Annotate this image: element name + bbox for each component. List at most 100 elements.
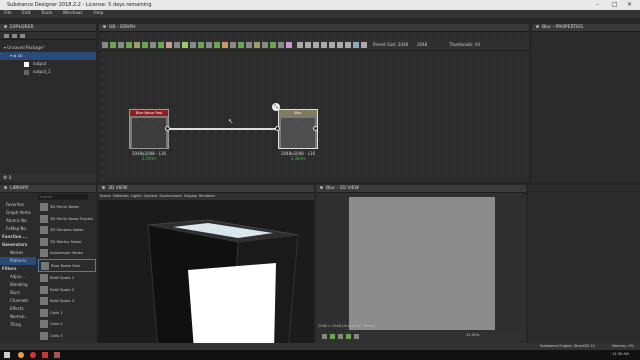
tool-icon[interactable] <box>246 42 252 48</box>
view-tool-icon[interactable] <box>346 334 351 339</box>
category-filters[interactable]: Filters <box>0 265 36 273</box>
library-item[interactable]: 3D Perlin Noise <box>38 201 96 213</box>
app-icon[interactable] <box>18 352 24 358</box>
view-icon[interactable] <box>345 42 351 48</box>
output-port[interactable] <box>313 126 318 131</box>
view-icon[interactable] <box>305 42 311 48</box>
menu-help[interactable]: Help <box>93 11 103 16</box>
view-2d-panel[interactable]: Blur - 2D VIEW 2048 × 2048 (Grayscale, 1… <box>316 185 526 350</box>
tool-icon[interactable] <box>126 42 132 48</box>
library-item[interactable]: Anisotropic Noise <box>38 247 96 259</box>
category-tiling[interactable]: Tiling <box>0 321 36 329</box>
app-icon[interactable] <box>30 352 36 358</box>
tool-icon[interactable] <box>134 42 140 48</box>
output-port[interactable] <box>165 126 170 131</box>
view-icon[interactable] <box>353 42 359 48</box>
node-blur[interactable]: Blur <box>278 109 318 149</box>
tool-icon[interactable] <box>142 42 148 48</box>
library-item[interactable]: BnW Spots 2 <box>38 284 96 296</box>
tree-graph-ub[interactable]: ▾ ◈ ub <box>0 52 96 60</box>
view-tool-icon[interactable] <box>354 334 359 339</box>
menu-scene[interactable]: Scene <box>100 194 111 198</box>
library-item[interactable]: Cells 2 <box>38 318 96 330</box>
tree-package[interactable]: ▾ Unsaved Package* <box>0 44 96 52</box>
size-dropdown[interactable]: 2048 <box>417 42 427 47</box>
tool-icon[interactable] <box>238 42 244 48</box>
input-port[interactable] <box>275 126 280 131</box>
library-item[interactable]: 3D Simplex Noise <box>38 224 96 236</box>
view-tool-icon[interactable] <box>338 334 343 339</box>
view-icon[interactable] <box>313 42 319 48</box>
tool-icon[interactable] <box>230 42 236 48</box>
library-item[interactable]: Cells 1 <box>38 307 96 319</box>
save-icon[interactable] <box>20 34 25 38</box>
tool-icon[interactable] <box>166 42 172 48</box>
view-icon[interactable] <box>361 42 367 48</box>
category-channels[interactable]: Channels <box>0 297 36 305</box>
tool-icon[interactable] <box>270 42 276 48</box>
tool-icon[interactable] <box>118 42 124 48</box>
menu-materials[interactable]: Materials <box>113 194 129 198</box>
library-item[interactable]: 3D Perlin Noise Fractal <box>38 213 96 225</box>
tree-output[interactable]: output <box>0 60 96 68</box>
tool-icon[interactable] <box>158 42 164 48</box>
tool-icon[interactable] <box>110 42 116 48</box>
menu-lights[interactable]: Lights <box>131 194 142 198</box>
tool-icon[interactable] <box>254 42 260 48</box>
category-normal[interactable]: Normal... <box>0 313 36 321</box>
category-generators[interactable]: Generators <box>0 241 36 249</box>
category-noises[interactable]: Noises <box>0 249 36 257</box>
tool-icon[interactable] <box>190 42 196 48</box>
view-icon[interactable] <box>297 42 303 48</box>
view-3d-panel[interactable]: 3D VIEW Scene Materials Lights Camera En… <box>98 185 314 350</box>
new-package-icon[interactable] <box>4 34 9 38</box>
tool-icon[interactable] <box>206 42 212 48</box>
tool-icon[interactable] <box>150 42 156 48</box>
substance-designer-icon[interactable] <box>54 352 60 358</box>
view-tool-icon[interactable] <box>330 334 335 339</box>
tool-icon[interactable] <box>286 42 292 48</box>
settings-icon[interactable]: ⚙ <box>3 175 7 181</box>
app-icon[interactable] <box>42 352 48 358</box>
view-icon[interactable] <box>329 42 335 48</box>
tree-output-1[interactable]: output_1 <box>0 68 96 76</box>
menu-display[interactable]: Display <box>184 194 197 198</box>
zoom-level[interactable]: 31.92% <box>466 333 479 337</box>
menu-camera[interactable]: Camera <box>144 194 158 198</box>
library-item[interactable]: Cells 3 <box>38 330 96 342</box>
library-item[interactable]: BnW Spots 1 <box>38 272 96 284</box>
category-blending[interactable]: Blending <box>0 281 36 289</box>
maximize-button[interactable]: □ <box>612 0 618 10</box>
thumbnails-dropdown[interactable]: Thumbnails: All <box>449 42 480 47</box>
menu-file[interactable]: File <box>4 11 12 16</box>
view-tool-icon[interactable] <box>322 334 327 339</box>
category-patterns[interactable]: Patterns <box>0 257 36 265</box>
category-graph-items[interactable]: Graph Items <box>0 209 36 217</box>
menu-tools[interactable]: Tools <box>41 11 52 16</box>
library-item[interactable]: 3D Worley Noise <box>38 236 96 248</box>
info-icon[interactable]: ℹ <box>9 175 11 181</box>
category-blurs[interactable]: Blurs <box>0 289 36 297</box>
category-function[interactable]: Function ... <box>0 233 36 241</box>
tool-icon[interactable] <box>214 42 220 48</box>
menu-environment[interactable]: Environment <box>160 194 182 198</box>
open-icon[interactable] <box>12 34 17 38</box>
category-atomic[interactable]: Atomic No. <box>0 217 36 225</box>
tool-icon[interactable] <box>182 42 188 48</box>
tool-icon[interactable] <box>174 42 180 48</box>
library-item-selected[interactable]: Blue Noise Fast <box>38 258 96 272</box>
menu-renderer[interactable]: Renderer <box>199 194 215 198</box>
tool-icon[interactable] <box>222 42 228 48</box>
category-adjustments[interactable]: Adjus... <box>0 273 36 281</box>
tool-icon[interactable] <box>102 42 108 48</box>
category-effects[interactable]: Effects <box>0 305 36 313</box>
minimize-button[interactable]: – <box>596 0 599 10</box>
view-icon[interactable] <box>337 42 343 48</box>
parent-size-label[interactable]: Parent Size: 2048 <box>373 42 408 47</box>
library-search-input[interactable]: Search <box>38 194 88 200</box>
close-window-button[interactable]: ✕ <box>627 0 632 10</box>
category-favorites[interactable]: Favorites <box>0 201 36 209</box>
tool-icon[interactable] <box>278 42 284 48</box>
tool-icon[interactable] <box>198 42 204 48</box>
tool-icon[interactable] <box>262 42 268 48</box>
